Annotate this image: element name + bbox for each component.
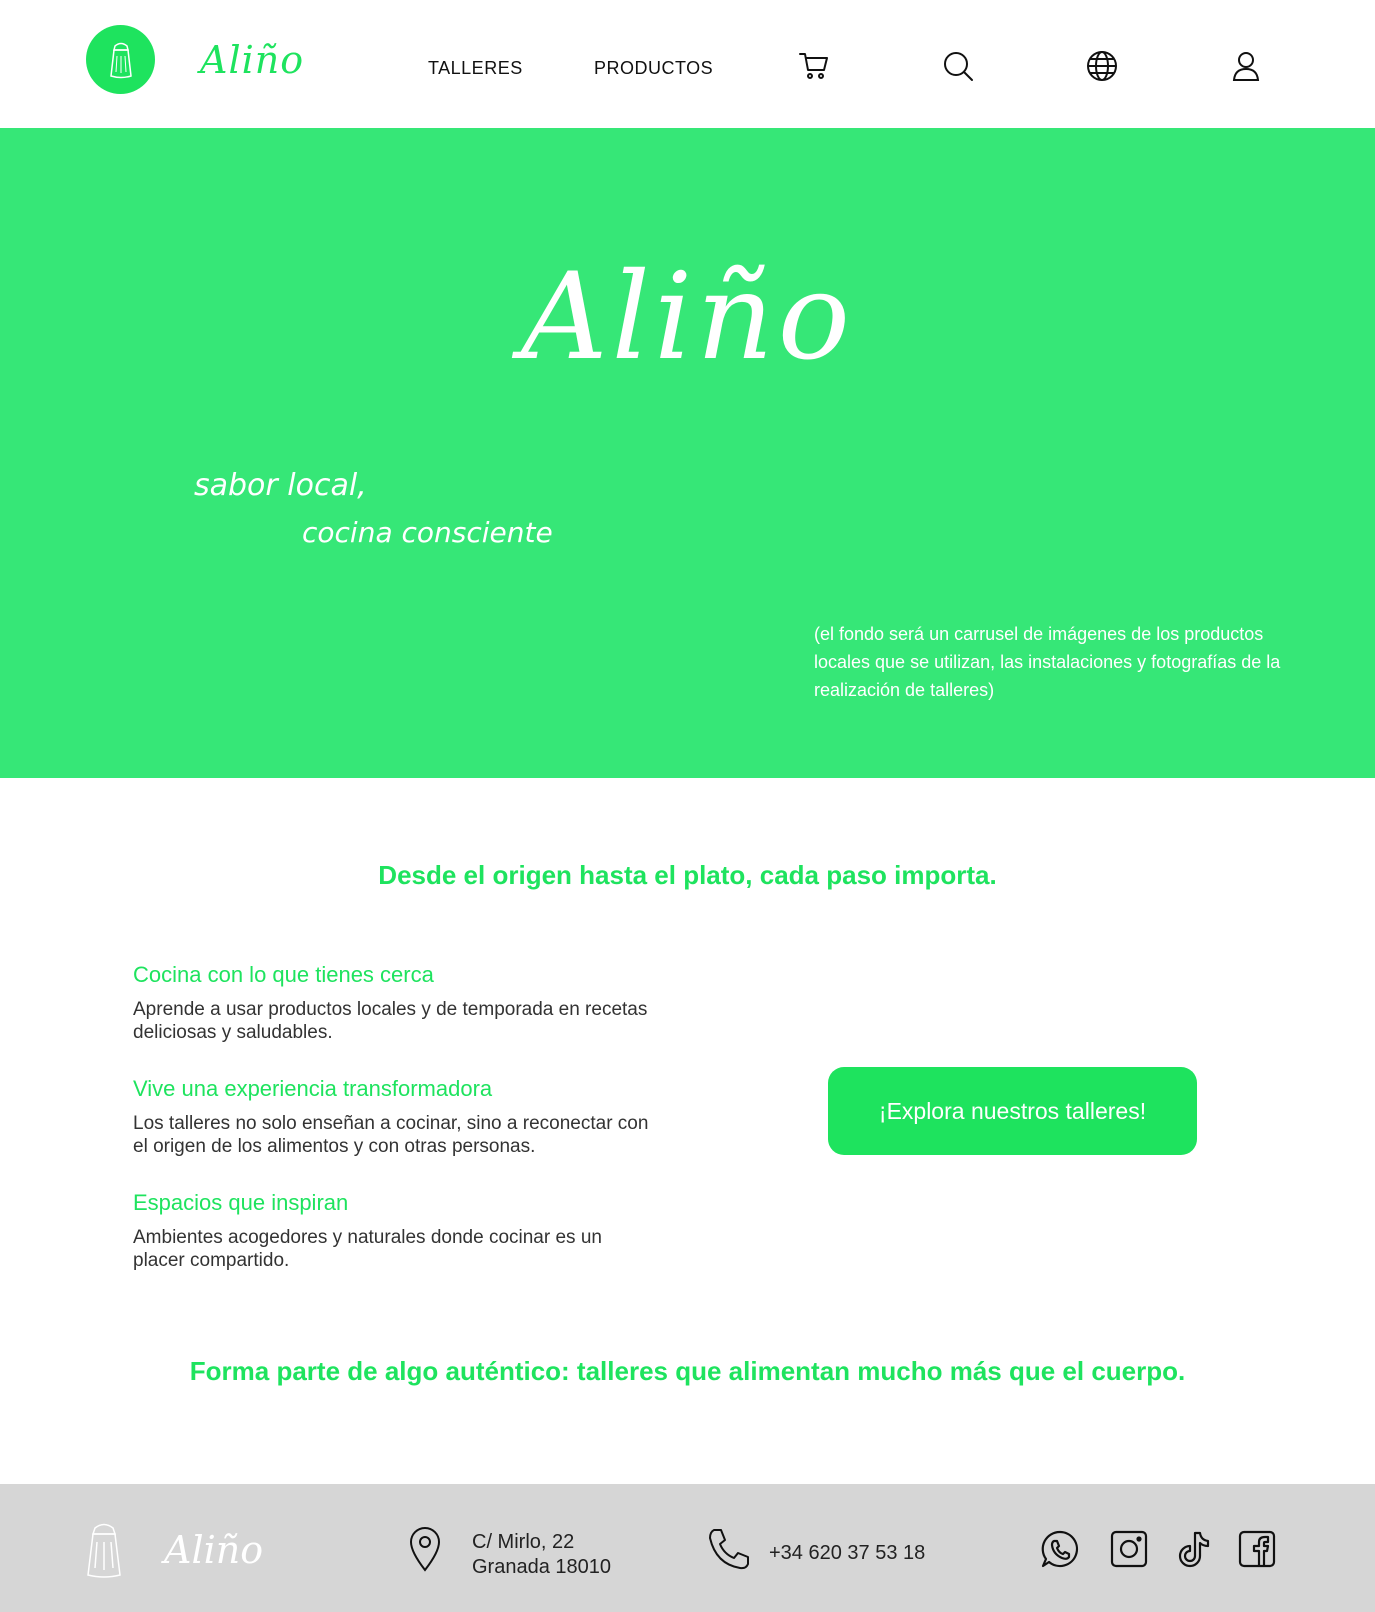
- brand-logotype[interactable]: Aliño: [200, 38, 304, 82]
- hero-note: (el fondo será un carrusel de imágenes d…: [814, 624, 1281, 700]
- feature-text: Aprende a usar productos locales y de te…: [133, 999, 648, 1043]
- language-button[interactable]: [1084, 48, 1120, 84]
- feature-item: Espacios que inspiran Ambientes acogedor…: [133, 1190, 653, 1272]
- cart-icon: [799, 53, 828, 79]
- whatsapp-link[interactable]: [1039, 1528, 1081, 1570]
- cart-button[interactable]: [796, 48, 832, 84]
- search-button[interactable]: [940, 48, 976, 84]
- globe-icon: [1087, 51, 1117, 81]
- hero-slogan-line1: sabor local,: [194, 468, 367, 503]
- explore-workshops-button[interactable]: ¡Explora nuestros talleres!: [828, 1067, 1197, 1155]
- tiktok-link[interactable]: [1174, 1528, 1216, 1570]
- facebook-link[interactable]: [1236, 1528, 1278, 1570]
- address-line: C/ Mirlo, 22: [472, 1531, 575, 1553]
- logo[interactable]: [86, 25, 155, 94]
- facebook-icon: [1238, 1530, 1276, 1568]
- footer-brand-logotype: Aliño: [164, 1528, 264, 1572]
- feature-title: Vive una experiencia transformadora: [133, 1076, 493, 1101]
- closing-statement: Forma parte de algo auténtico: talleres …: [189, 1356, 1186, 1386]
- feature-text: Ambientes acogedores y naturales donde c…: [133, 1227, 602, 1271]
- whatsapp-icon: [1041, 1530, 1079, 1568]
- feature-title: Cocina con lo que tienes cerca: [133, 962, 434, 987]
- account-button[interactable]: [1228, 48, 1264, 84]
- feature-title: Espacios que inspiran: [133, 1190, 349, 1215]
- salt-shaker-icon: [109, 42, 132, 78]
- footer-phone[interactable]: +34 620 37 53 18: [769, 1542, 925, 1565]
- hero-slogan-line2: cocina consciente: [302, 516, 553, 549]
- hero-brand-logotype: Aliño: [521, 248, 854, 387]
- hero-section: Aliño sabor local, cocina consciente (el…: [0, 128, 1375, 778]
- site-header: Aliño TALLERES PRODUCTOS: [0, 0, 1375, 128]
- footer-address: C/ Mirlo, 22 Granada 18010: [472, 1530, 611, 1580]
- feature-text: Los talleres no solo enseñan a cocinar, …: [133, 1113, 649, 1157]
- nav-productos[interactable]: PRODUCTOS: [594, 58, 713, 79]
- instagram-link[interactable]: [1108, 1528, 1150, 1570]
- phone-icon: [709, 1529, 749, 1570]
- feature-item: Vive una experiencia transformadora Los …: [133, 1076, 653, 1158]
- salt-shaker-icon: [87, 1523, 121, 1578]
- search-icon: [944, 52, 973, 81]
- user-icon: [1232, 52, 1260, 81]
- tiktok-icon: [1178, 1531, 1210, 1568]
- tagline: Desde el origen hasta el plato, cada pas…: [378, 860, 997, 890]
- location-pin-icon: [409, 1527, 441, 1572]
- feature-item: Cocina con lo que tienes cerca Aprende a…: [133, 962, 653, 1044]
- site-footer: Aliño C/ Mirlo, 22 Granada 18010 +34 620…: [0, 1484, 1375, 1612]
- instagram-icon: [1110, 1530, 1148, 1568]
- nav-talleres[interactable]: TALLERES: [428, 58, 523, 79]
- address-line: Granada 18010: [472, 1556, 612, 1578]
